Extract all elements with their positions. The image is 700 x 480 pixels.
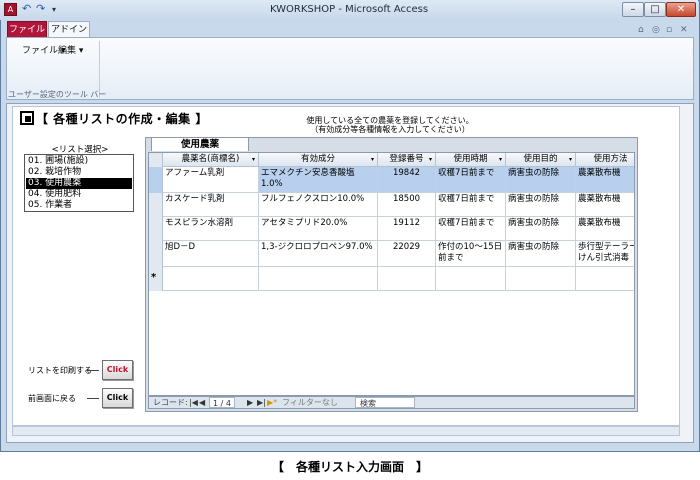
form-title: 【 各種リストの作成・編集 】 (36, 112, 208, 126)
select-all-corner[interactable] (149, 153, 163, 167)
ribbon-collapse-icon[interactable]: ▫ (666, 25, 672, 35)
row-selector[interactable] (149, 241, 163, 267)
list-item-pesticide[interactable]: 03. 使用農薬 (26, 178, 132, 189)
list-item-worker[interactable]: 05. 作業者 (26, 200, 132, 211)
cell-purpose[interactable]: 病害虫の防除 (506, 241, 576, 267)
cell-name[interactable]: モスピラン水溶剤 (163, 217, 259, 241)
column-header-regno[interactable]: 登録番号 ▾ (378, 153, 436, 167)
cell-ingredient[interactable]: 1,3-ジクロロプロペン97.0% (259, 241, 378, 267)
column-header-timing[interactable]: 使用時期 ▾ (436, 153, 506, 167)
record-position-field[interactable]: 1 / 4 (209, 397, 235, 408)
list-item-crop[interactable]: 02. 栽培作物 (26, 167, 132, 178)
minimize-button[interactable]: – (622, 2, 644, 17)
list-item-fertilizer[interactable]: 04. 使用肥料 (26, 189, 132, 200)
cell-ingredient[interactable]: エマメクチン安息香酸塩1.0% (259, 167, 378, 193)
record-navigation-bar: レコード: |◀ ◀ 1 / 4 ▶ ▶| ▶* フィルターなし 検索 (148, 396, 635, 409)
cell-timing[interactable]: 収穫7日前まで (436, 193, 506, 217)
ribbon-close-icon[interactable]: ✕ (680, 25, 688, 35)
search-input[interactable]: 検索 (355, 397, 415, 408)
last-record-icon[interactable]: ▶| (257, 397, 266, 408)
print-connector-line (87, 370, 99, 371)
cell-method[interactable]: 農薬散布機 (576, 217, 634, 241)
window-title: KWORKSHOP - Microsoft Access (269, 4, 429, 15)
column-dropdown-icon[interactable]: ▾ (429, 153, 432, 166)
cell-timing[interactable]: 作付の10～15日前まで (436, 241, 506, 267)
instruction-line-1: 使用している全ての農薬を登録してください。 (306, 116, 474, 125)
row-selector[interactable]: * (149, 267, 163, 291)
previous-record-icon[interactable]: ◀ (199, 397, 205, 408)
cell-timing[interactable]: 収穫7日前まで (436, 217, 506, 241)
column-header-ingredient[interactable]: 有効成分 ▾ (259, 153, 378, 167)
cell-purpose[interactable] (506, 267, 576, 291)
list-item-field[interactable]: 01. 圃場(施設) (26, 156, 132, 167)
ribbon-tab-strip: ファイル アドイン ⌂ ◎ ▫ ✕ (0, 20, 698, 38)
row-selector[interactable] (149, 167, 163, 193)
cell-regno[interactable] (378, 267, 436, 291)
column-dropdown-icon[interactable]: ▾ (371, 153, 374, 166)
form-horizontal-scrollbar[interactable] (12, 426, 680, 436)
back-connector-line (87, 398, 99, 399)
maximize-button[interactable]: □ (644, 2, 666, 17)
cell-method[interactable]: 歩行型テーラーけん引式消毒 (576, 241, 634, 267)
column-header-name[interactable]: 農薬名(商標名) ▾ (163, 153, 259, 167)
print-list-button[interactable]: Click (102, 360, 133, 380)
row-selector[interactable] (149, 193, 163, 217)
figure-caption: 【 各種リスト入力画面 】 (271, 460, 428, 474)
column-header-method[interactable]: 使用方法▾ (576, 153, 634, 167)
tab-file[interactable]: ファイル (7, 21, 47, 38)
cell-ingredient[interactable] (259, 267, 378, 291)
cell-regno[interactable]: 18500 (378, 193, 436, 217)
datasheet-grid[interactable]: 農薬名(商標名)▾ 有効成分▾ 登録番号▾ 使用時期▾ 使用目的▾ 使用方法▾ … (148, 152, 635, 396)
column-header-purpose[interactable]: 使用目的 ▾ (506, 153, 576, 167)
cell-name[interactable]: カスケード乳剤 (163, 193, 259, 217)
column-dropdown-icon[interactable]: ▾ (252, 153, 255, 166)
cell-method[interactable]: 農薬散布機 (576, 167, 634, 193)
cell-ingredient[interactable]: フルフェノクスロン10.0% (259, 193, 378, 217)
instruction-text: 使用している全ての農薬を登録してください。 （有効成分等各種情報を入力してくださ… (290, 116, 490, 134)
tab-addin[interactable]: アドイン (48, 21, 90, 38)
cell-ingredient[interactable]: アセタミプリド20.0% (259, 217, 378, 241)
print-list-label: リストを印刷する (28, 366, 92, 375)
menu-edit[interactable]: 編集 ▾ (58, 43, 83, 56)
cell-purpose[interactable]: 病害虫の防除 (506, 193, 576, 217)
cell-name[interactable] (163, 267, 259, 291)
cell-regno[interactable]: 19112 (378, 217, 436, 241)
back-label: 前画面に戻る (28, 394, 76, 403)
cell-regno[interactable]: 19842 (378, 167, 436, 193)
title-bar: A ↶ ↷ ▾ KWORKSHOP - Microsoft Access – □… (0, 0, 698, 20)
new-record-marker: * (151, 272, 157, 283)
row-selector[interactable] (149, 217, 163, 241)
cell-purpose[interactable]: 病害虫の防除 (506, 217, 576, 241)
cell-name[interactable]: 旭D－D (163, 241, 259, 267)
first-record-icon[interactable]: |◀ (189, 397, 198, 408)
ribbon-group-label: ユーザー設定のツール バー (8, 90, 107, 99)
filter-status[interactable]: フィルターなし (282, 397, 338, 408)
record-label: レコード: (153, 398, 188, 407)
form-header-icon (20, 111, 34, 125)
close-button[interactable]: ✕ (666, 2, 696, 17)
cell-method[interactable]: 農薬散布機 (576, 193, 634, 217)
subform-tab-pesticide[interactable]: 使用農薬 (151, 137, 249, 151)
column-dropdown-icon[interactable]: ▾ (569, 153, 572, 166)
ribbon-body (6, 37, 694, 100)
cell-name[interactable]: アファーム乳剤 (163, 167, 259, 193)
list-select-box[interactable]: 01. 圃場(施設) 02. 栽培作物 03. 使用農薬 04. 使用肥料 05… (24, 154, 134, 212)
cell-method[interactable] (576, 267, 634, 291)
next-record-icon[interactable]: ▶ (247, 397, 253, 408)
new-record-icon[interactable]: ▶* (267, 397, 277, 408)
ribbon-help-icon[interactable]: ◎ (652, 25, 660, 35)
cell-timing[interactable] (436, 267, 506, 291)
cell-purpose[interactable]: 病害虫の防除 (506, 167, 576, 193)
instruction-line-2: （有効成分等各種情報を入力してください） (310, 125, 470, 134)
ribbon-minimize-icon[interactable]: ⌂ (638, 25, 644, 35)
column-dropdown-icon[interactable]: ▾ (499, 153, 502, 166)
cell-regno[interactable]: 22029 (378, 241, 436, 267)
back-button[interactable]: Click (102, 388, 133, 408)
cell-timing[interactable]: 収穫7日前まで (436, 167, 506, 193)
